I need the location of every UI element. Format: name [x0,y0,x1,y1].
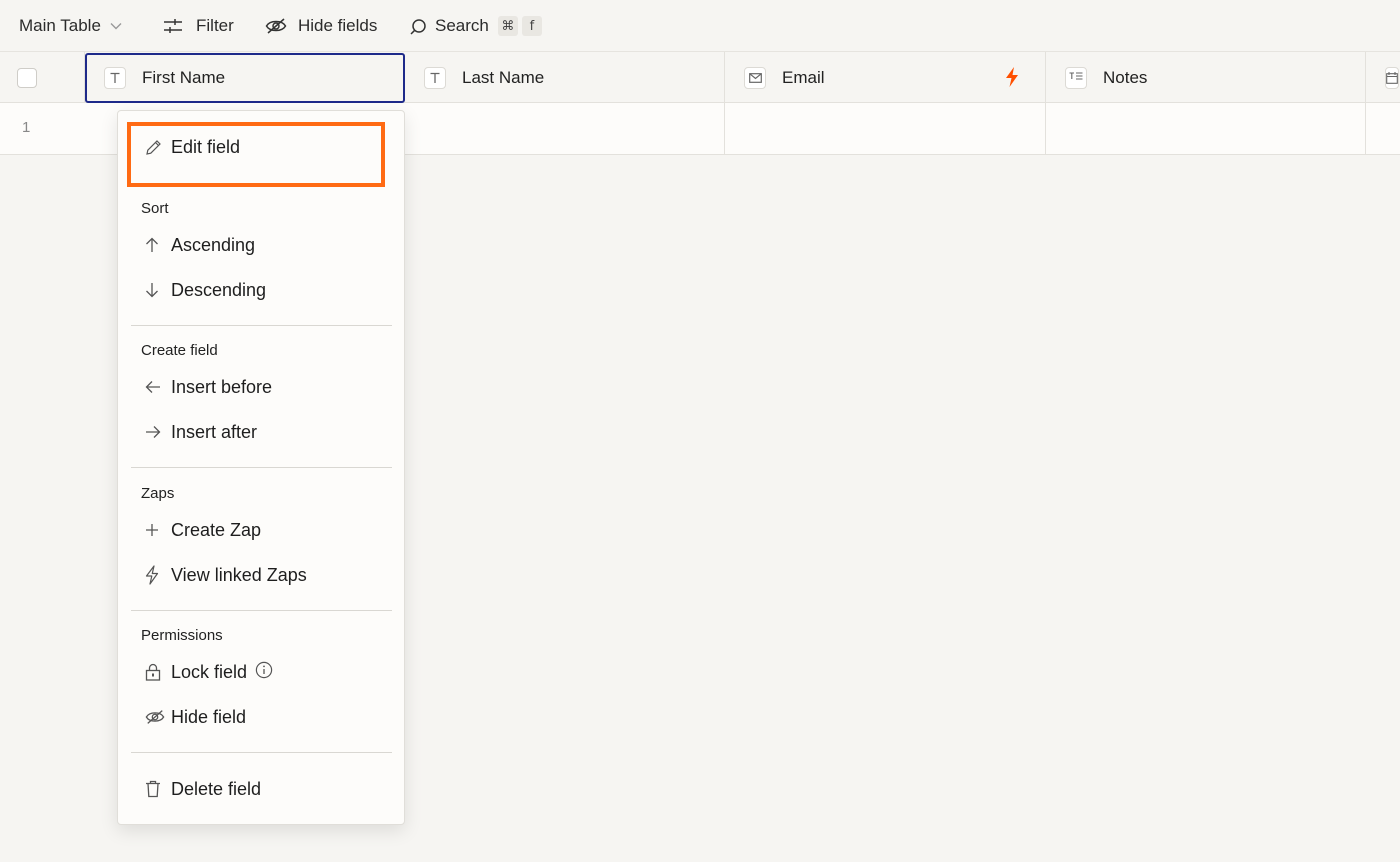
table-cell[interactable] [725,103,1046,155]
text-type-icon [104,67,126,89]
select-all-column [0,52,85,103]
menu-item-label: Insert before [171,376,273,397]
highlight-box [127,122,385,187]
lock-field-item[interactable]: Lock field [145,658,273,686]
menu-divider [131,325,392,326]
create-zap-item[interactable]: Create Zap [145,516,261,544]
section-header-permissions: Permissions [141,627,223,644]
chevron-down-icon [110,22,122,30]
arrow-up-icon [145,237,165,253]
sort-descending-item[interactable]: Descending [145,276,266,304]
menu-item-label: View linked Zaps [171,564,307,585]
sort-ascending-item[interactable]: Ascending [145,231,255,259]
filter-label: Filter [196,16,234,35]
menu-item-label: Delete field [171,778,262,799]
column-label: Last Name [462,67,545,87]
grid-header: Last Name Email Notes First Name [0,52,1400,103]
column-header-notes[interactable]: Notes [1046,52,1366,103]
zap-bolt-icon[interactable] [1005,67,1019,92]
column-header-last-name[interactable]: Last Name [405,52,725,103]
shortcut-key: f [521,16,542,36]
hide-fields-button[interactable]: Hide fields [265,10,377,42]
table-selector-label: Main Table [19,16,101,35]
arrow-right-icon [145,425,165,439]
filter-button[interactable]: Filter [163,10,234,42]
column-label: Notes [1103,67,1148,87]
text-type-icon [424,66,446,89]
plus-icon [145,523,165,537]
search-label: Search [435,16,489,35]
filter-icon [163,18,183,34]
view-linked-zaps-item[interactable]: View linked Zaps [145,561,307,589]
toolbar: Main Table Filter Hide fields Search ⌘ f [0,0,1400,52]
menu-item-label: Hide field [171,706,247,727]
shortcut-mod-key: ⌘ [497,16,518,36]
bolt-outline-icon [145,565,165,585]
info-icon[interactable] [255,661,273,684]
menu-item-label: Lock field [171,661,248,682]
section-header-zaps: Zaps [141,485,175,502]
insert-after-item[interactable]: Insert after [145,418,257,446]
table-selector[interactable]: Main Table [19,10,122,42]
column-header-email[interactable]: Email [725,52,1046,103]
hide-field-item[interactable]: Hide field [145,703,246,731]
column-header-date[interactable] [1366,52,1400,103]
long-text-type-icon [1065,66,1087,89]
table-cell[interactable] [1046,103,1366,155]
menu-item-label: Ascending [171,234,256,255]
trash-icon [145,780,165,798]
calendar-type-icon [1385,66,1399,89]
hide-fields-label: Hide fields [298,16,378,35]
menu-divider [131,752,392,753]
menu-item-label: Insert after [171,421,258,442]
column-header-first-name[interactable]: First Name [85,53,405,103]
arrow-left-icon [145,380,165,394]
column-label: Email [782,67,825,87]
insert-before-item[interactable]: Insert before [145,373,272,401]
search-button[interactable]: Search ⌘ f [410,10,542,42]
lock-icon [145,663,165,681]
eye-off-icon [265,18,287,34]
select-all-checkbox[interactable] [17,67,37,88]
column-label: First Name [142,68,226,87]
section-header-sort: Sort [141,200,169,217]
eye-off-icon [145,709,165,725]
column-context-menu: Edit field Sort Ascending Descending Cre… [117,110,405,825]
arrow-down-icon [145,282,165,298]
delete-field-item[interactable]: Delete field [145,775,261,803]
section-header-create-field: Create field [141,342,218,359]
menu-item-label: Descending [171,279,267,300]
email-type-icon [744,66,766,89]
menu-divider [131,610,392,611]
menu-divider [131,467,392,468]
search-icon [410,18,427,35]
menu-item-label: Create Zap [171,519,262,540]
